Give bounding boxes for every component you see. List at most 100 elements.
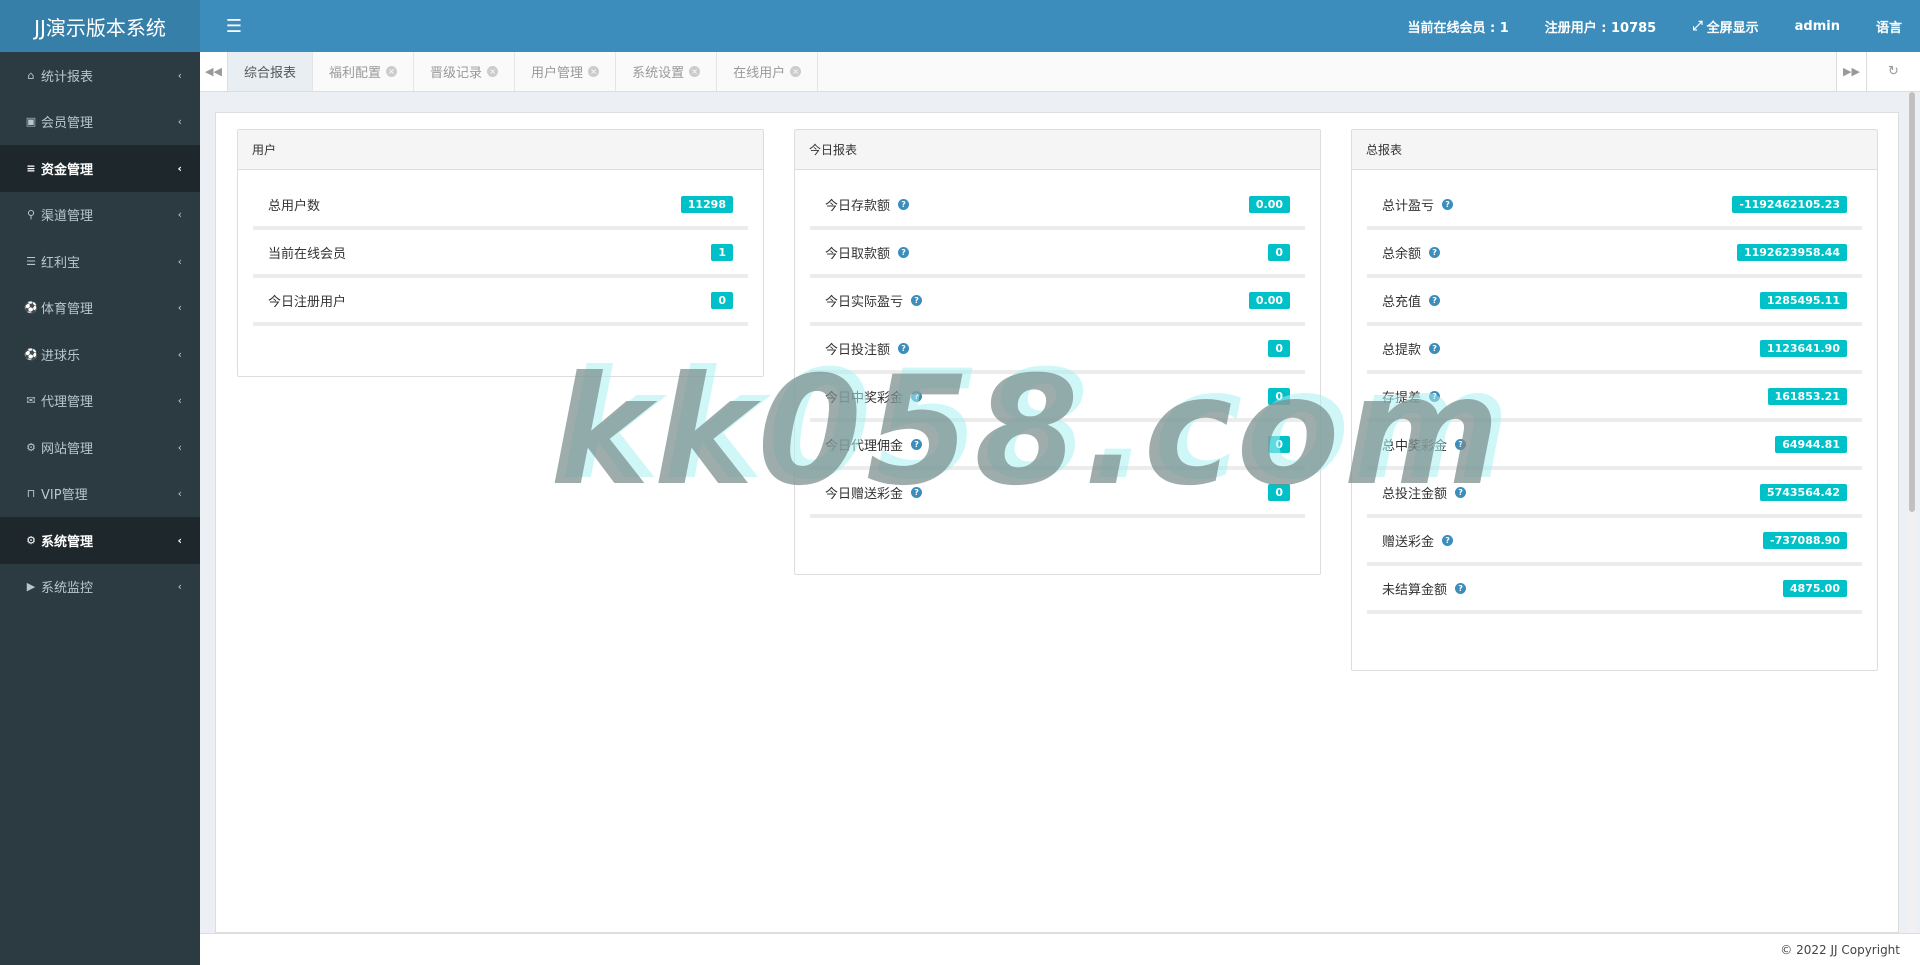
help-icon[interactable]: ? [1429, 342, 1441, 354]
tab-scroll-right-icon[interactable]: ▶▶ [1836, 52, 1866, 91]
sidebar-item-monitor[interactable]: ▶ 系统监控 ‹ [0, 564, 200, 611]
language-menu[interactable]: 语言 [1858, 0, 1920, 52]
fullscreen-button[interactable]: ⤢ 全屏显示 [1674, 0, 1776, 52]
envelope-icon: ✉ [26, 394, 36, 408]
tab-label: 综合报表 [244, 66, 297, 81]
tab-online-users[interactable]: 在线用户 × [717, 52, 819, 91]
sidebar-item-funds[interactable]: ≡ 资金管理 ‹ [0, 145, 200, 192]
stat-badge: 0 [711, 291, 733, 309]
tab-system-settings[interactable]: 系统设置 × [616, 52, 718, 91]
sidebar-item-sports[interactable]: ⚽ 体育管理 ‹ [0, 285, 200, 332]
stat-row: 今日实际盈亏 ? 0.00 [810, 278, 1305, 326]
help-icon[interactable]: ? [1442, 534, 1454, 546]
tab-label: 在线用户 [733, 66, 786, 81]
help-icon[interactable]: ? [1455, 486, 1467, 498]
close-icon[interactable]: × [386, 66, 398, 77]
sidebar-item-members[interactable]: ▣ 会员管理 ‹ [0, 99, 200, 146]
stat-row: 今日赠送彩金 ? 0 [810, 470, 1305, 518]
stat-label: 今日赠送彩金 [825, 486, 904, 502]
help-icon[interactable]: ? [1429, 390, 1441, 402]
close-icon[interactable]: × [487, 66, 499, 77]
sidebar-item-label: 系统管理 [41, 534, 94, 550]
sidebar-item-label: 体育管理 [41, 302, 94, 318]
sidebar-item-label: 红利宝 [41, 255, 81, 271]
scrollbar-thumb[interactable] [1909, 92, 1915, 512]
member-card-icon: ▣ [25, 115, 37, 129]
menu-toggle-icon[interactable]: ☰ [200, 0, 268, 52]
sidebar-item-label: 系统监控 [41, 581, 94, 597]
help-icon[interactable]: ? [898, 246, 910, 258]
tab-promotion-records[interactable]: 晋级记录 × [414, 52, 516, 91]
stat-row: 总中奖彩金 ? 64944.81 [1367, 422, 1862, 470]
sidebar-item-system[interactable]: ⚙ 系统管理 ‹ [0, 517, 200, 564]
registered-users-stat: 注册用户 : 10785 [1544, 20, 1657, 36]
stat-row: 总用户数 11298 [253, 182, 748, 230]
help-icon[interactable]: ? [911, 390, 923, 402]
help-icon[interactable]: ? [1455, 582, 1467, 594]
main-content: 用户 总用户数 11298 当前在线会员 1 今日注册用户 0 今日报表 今日存… [215, 112, 1899, 933]
app-logo[interactable]: JJ演示版本系统 [0, 0, 200, 52]
stat-label: 总中奖彩金 [1382, 438, 1448, 454]
chevron-left-icon: ‹ [177, 254, 182, 268]
home-icon: ⌂ [27, 68, 35, 82]
sidebar-item-goal[interactable]: ⚽ 进球乐 ‹ [0, 331, 200, 378]
help-icon[interactable]: ? [911, 294, 923, 306]
stat-badge: 0 [1268, 387, 1290, 405]
content-scrollbar[interactable] [1908, 92, 1916, 933]
user-menu[interactable]: admin [1777, 0, 1858, 52]
sidebar-item-bonus[interactable]: ☰ 红利宝 ‹ [0, 238, 200, 285]
close-icon[interactable]: × [689, 66, 701, 77]
help-icon[interactable]: ? [1429, 294, 1441, 306]
expand-icon: ⤢ [1692, 18, 1703, 34]
stat-row: 总计盈亏 ? -1192462105.23 [1367, 182, 1862, 230]
tab-user-management[interactable]: 用户管理 × [515, 52, 617, 91]
database-icon: ≡ [26, 161, 36, 175]
help-icon[interactable]: ? [898, 342, 910, 354]
stat-label: 总提款 [1382, 342, 1422, 358]
help-icon[interactable]: ? [1442, 198, 1454, 210]
sidebar-item-statistics[interactable]: ⌂ 统计报表 ‹ [0, 52, 200, 99]
help-icon[interactable]: ? [898, 198, 910, 210]
stat-badge: 0 [1268, 243, 1290, 261]
panel-title: 用户 [238, 130, 763, 170]
channel-icon: ⚲ [26, 208, 36, 222]
stat-label: 总用户数 [268, 198, 321, 214]
stat-row: 总余额 ? 1192623958.44 [1367, 230, 1862, 278]
stat-badge: 1285495.11 [1759, 291, 1847, 309]
chevron-left-icon: ‹ [177, 394, 182, 408]
stat-badge: 1123641.90 [1759, 339, 1847, 357]
chevron-left-icon: ‹ [177, 115, 182, 129]
tab-scroll-left-icon[interactable]: ◀◀ [200, 52, 228, 91]
stat-row: 今日投注额 ? 0 [810, 326, 1305, 374]
help-icon[interactable]: ? [911, 486, 923, 498]
help-icon[interactable]: ? [1429, 246, 1441, 258]
stat-badge: 161853.21 [1767, 387, 1847, 405]
tab-welfare-config[interactable]: 福利配置 × [313, 52, 415, 91]
close-icon[interactable]: × [790, 66, 802, 77]
sidebar-item-label: VIP管理 [41, 488, 88, 504]
refresh-icon[interactable]: ↻ [1866, 52, 1920, 91]
help-icon[interactable]: ? [1455, 438, 1467, 450]
sidebar-item-channels[interactable]: ⚲ 渠道管理 ‹ [0, 192, 200, 239]
sidebar-item-vip[interactable]: ⊓ VIP管理 ‹ [0, 471, 200, 518]
stat-label: 今日存款额 [825, 198, 891, 214]
sidebar-item-agents[interactable]: ✉ 代理管理 ‹ [0, 378, 200, 425]
cogs-icon: ⚙ [26, 440, 36, 454]
sidebar-item-website[interactable]: ⚙ 网站管理 ‹ [0, 424, 200, 471]
tab-overview-report[interactable]: 综合报表 [228, 52, 314, 91]
topbar-right: 当前在线会员 : 1 注册用户 : 10785 ⤢ 全屏显示 admin 语言 [1389, 0, 1920, 52]
stat-label: 赠送彩金 [1382, 534, 1435, 550]
sidebar: ⌂ 统计报表 ‹ ▣ 会员管理 ‹ ≡ 资金管理 ‹ ⚲ 渠道管理 ‹ ☰ 红利… [0, 52, 200, 965]
tab-label: 系统设置 [632, 66, 685, 81]
soccer-ball-icon: ⚽ [24, 301, 38, 315]
close-icon[interactable]: × [588, 66, 600, 77]
total-report-panel: 总报表 总计盈亏 ? -1192462105.23 总余额 ? 11926239… [1351, 129, 1878, 671]
stat-badge: 1 [711, 243, 733, 261]
stat-label: 今日投注额 [825, 342, 891, 358]
fullscreen-label: 全屏显示 [1706, 20, 1759, 36]
online-members-stat: 当前在线会员 : 1 [1407, 20, 1509, 36]
chevron-left-icon: ‹ [177, 301, 182, 315]
help-icon[interactable]: ? [911, 438, 923, 450]
stat-badge: 0.00 [1248, 291, 1290, 309]
chevron-left-icon: ‹ [177, 347, 182, 361]
